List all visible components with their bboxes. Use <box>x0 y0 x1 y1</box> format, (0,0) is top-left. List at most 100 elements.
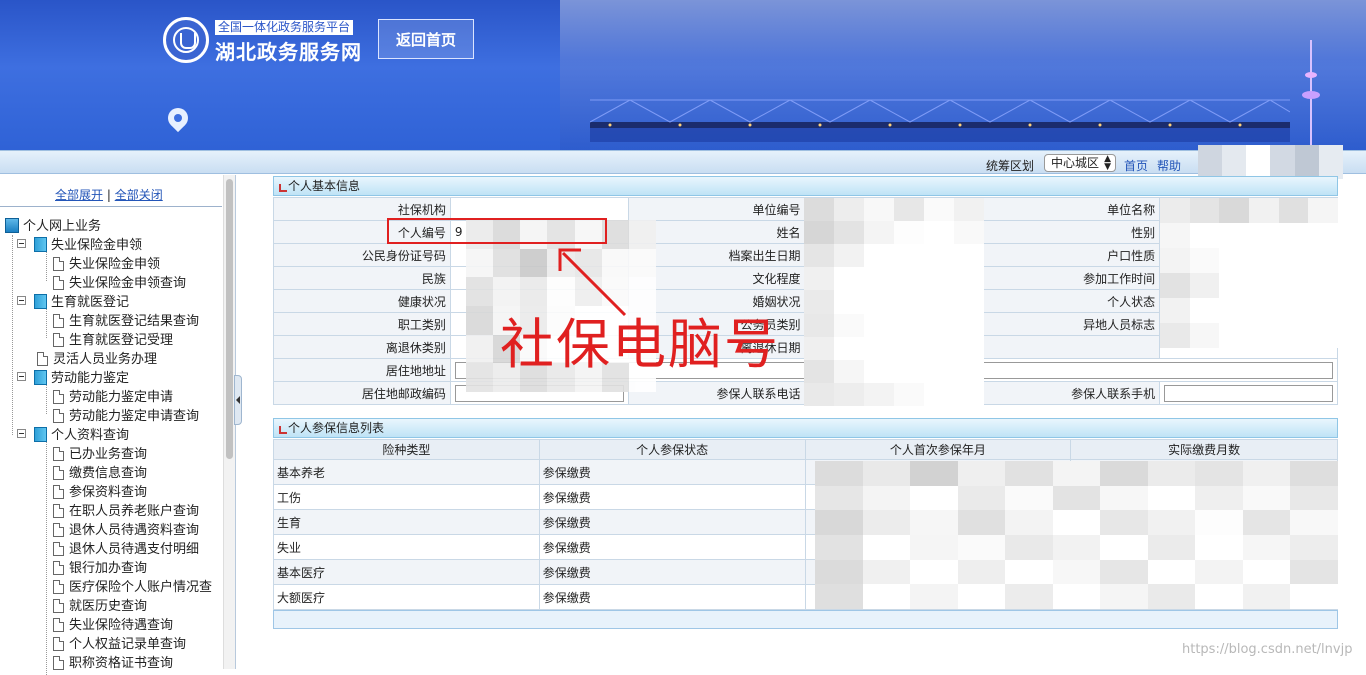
collapse-all-link[interactable]: 全部关闭 <box>115 188 163 202</box>
label-work-start: 参加工作时间 <box>982 266 1161 290</box>
tree-item[interactable]: 失业保险金申领 <box>53 255 160 274</box>
document-icon <box>53 409 64 423</box>
tree-item[interactable]: 医疗保险个人账户情况查 <box>53 578 212 597</box>
tree-item[interactable]: 职称资格证书查询 <box>53 654 173 673</box>
column-header[interactable]: 个人参保状态 <box>538 439 806 460</box>
cell-status: 参保缴费 <box>538 534 806 560</box>
tv-tower-illustration <box>1302 40 1320 150</box>
tree-group-unemployment-benefit[interactable]: 失业保险金申领 <box>17 236 142 255</box>
expand-all-link[interactable]: 全部展开 <box>55 188 103 202</box>
collapse-toggle-icon[interactable] <box>17 429 26 438</box>
label-nonlocal-flag: 异地人员标志 <box>982 312 1161 336</box>
tree-item[interactable]: 银行加办查询 <box>53 559 147 578</box>
collapse-toggle-icon[interactable] <box>17 372 26 381</box>
document-icon <box>53 599 64 613</box>
document-icon <box>53 542 64 556</box>
basic-info-title: 个人基本信息 <box>288 179 361 193</box>
book-icon <box>34 370 47 385</box>
label-retire-type: 离退休类别 <box>273 335 451 359</box>
label-gender: 性别 <box>982 220 1161 244</box>
insurance-list-title: 个人参保信息列表 <box>288 421 385 435</box>
cell-status: 参保缴费 <box>538 459 806 485</box>
contact-mobile-input[interactable] <box>1164 384 1333 402</box>
label-contact-mobile: 参保人联系手机 <box>982 381 1161 405</box>
label-health: 健康状况 <box>273 289 451 313</box>
insurance-list-panel-header: 个人参保信息列表 <box>273 418 1338 438</box>
watermark: https://blog.csdn.net/lnvjp <box>1182 642 1353 657</box>
cell-type: 工伤 <box>273 484 540 510</box>
column-header[interactable]: 个人首次参保年月 <box>804 439 1072 460</box>
label-ethnicity: 民族 <box>273 266 451 290</box>
redacted-basic-info-right <box>1160 198 1338 348</box>
region-select[interactable]: 中心城区 ▲ ▼ <box>1044 154 1116 172</box>
book-icon <box>34 294 47 309</box>
document-icon <box>53 618 64 632</box>
document-icon <box>53 314 64 328</box>
bridge-illustration <box>590 99 1290 142</box>
platform-subtitle: 全国一体化政务服务平台 <box>215 20 354 35</box>
tree-item[interactable]: 退休人员待遇资料查询 <box>53 521 199 540</box>
tree-group-personal-records[interactable]: 个人资料查询 <box>17 426 129 445</box>
redacted-insurance-dates <box>815 461 1338 609</box>
tree-item[interactable]: 劳动能力鉴定申请 <box>53 388 173 407</box>
label-personal-status: 个人状态 <box>982 289 1161 313</box>
tree-item[interactable]: 个人权益记录单查询 <box>53 635 186 654</box>
cell-type: 基本医疗 <box>273 559 540 585</box>
cell-status: 参保缴费 <box>538 559 806 585</box>
tree-item[interactable]: 就医历史查询 <box>53 597 147 616</box>
tree-group-maternity-registration[interactable]: 生育就医登记 <box>17 293 129 312</box>
value-contact-mobile <box>1159 381 1338 405</box>
region-label: 统筹区划 <box>986 159 1035 173</box>
tree-item[interactable]: 失业保险待遇查询 <box>53 616 173 635</box>
location-pin-icon[interactable] <box>163 103 193 133</box>
document-icon <box>53 333 64 347</box>
tree-item[interactable]: 缴费信息查询 <box>53 464 147 483</box>
document-icon <box>53 580 64 594</box>
document-icon <box>37 352 48 366</box>
column-header[interactable]: 险种类型 <box>273 439 540 460</box>
expand-collapse-links: 全部展开 | 全部关闭 <box>55 186 163 203</box>
document-icon <box>53 504 64 518</box>
insurance-list-footer <box>273 610 1338 629</box>
label-unit-no: 单位编号 <box>627 197 806 221</box>
tree-item[interactable]: 参保资料查询 <box>53 483 147 502</box>
document-icon <box>53 276 64 290</box>
return-home-button[interactable]: 返回首页 <box>378 19 474 59</box>
document-icon <box>53 466 64 480</box>
tree-group-work-ability[interactable]: 劳动能力鉴定 <box>17 369 129 388</box>
tree-item[interactable]: 退休人员待遇支付明细 <box>53 540 199 559</box>
tree-root[interactable]: 个人网上业务 <box>5 217 101 236</box>
document-icon <box>53 485 64 499</box>
tree-item[interactable]: 劳动能力鉴定申请查询 <box>53 407 199 426</box>
document-icon <box>53 523 64 537</box>
site-title[interactable]: 湖北政务服务网 <box>215 36 362 65</box>
sidebar-collapse-handle[interactable] <box>234 375 242 425</box>
label-postcode: 居住地邮政编码 <box>273 381 451 405</box>
collapse-toggle-icon[interactable] <box>17 239 26 248</box>
tree-item[interactable]: 失业保险金申领查询 <box>53 274 186 293</box>
tree-item[interactable]: 生育就医登记受理 <box>53 331 173 350</box>
top-toolbar: 统筹区划 中心城区 ▲ ▼ 首页 帮助 <box>0 145 1366 179</box>
scrollbar-thumb[interactable] <box>226 179 233 459</box>
link-separator: | <box>106 188 111 202</box>
region-select-value: 中心城区 <box>1051 156 1100 170</box>
cell-status: 参保缴费 <box>538 484 806 510</box>
book-icon <box>34 237 47 252</box>
label-worker-type: 职工类别 <box>273 312 451 336</box>
tree-item-flexible-staff[interactable]: 灵活人员业务办理 <box>37 350 157 369</box>
tree-item[interactable]: 在职人员养老账户查询 <box>53 502 199 521</box>
folder-tree-root-icon <box>5 218 19 233</box>
tree-item[interactable]: 已办业务查询 <box>53 445 147 464</box>
site-logo-icon[interactable] <box>163 17 209 63</box>
label-id-no: 公民身份证号码 <box>273 243 451 267</box>
column-header[interactable]: 实际缴费月数 <box>1070 439 1338 460</box>
cell-type: 生育 <box>273 509 540 535</box>
home-link[interactable]: 首页 <box>1124 157 1148 174</box>
annotation-label: 社保电脑号 <box>500 313 780 376</box>
label-hukou: 户口性质 <box>982 243 1161 267</box>
collapse-toggle-icon[interactable] <box>17 296 26 305</box>
tree-item[interactable]: 生育就医登记结果查询 <box>53 312 199 331</box>
help-link[interactable]: 帮助 <box>1157 157 1181 174</box>
label-unit-name: 单位名称 <box>982 197 1161 221</box>
document-icon <box>53 656 64 670</box>
